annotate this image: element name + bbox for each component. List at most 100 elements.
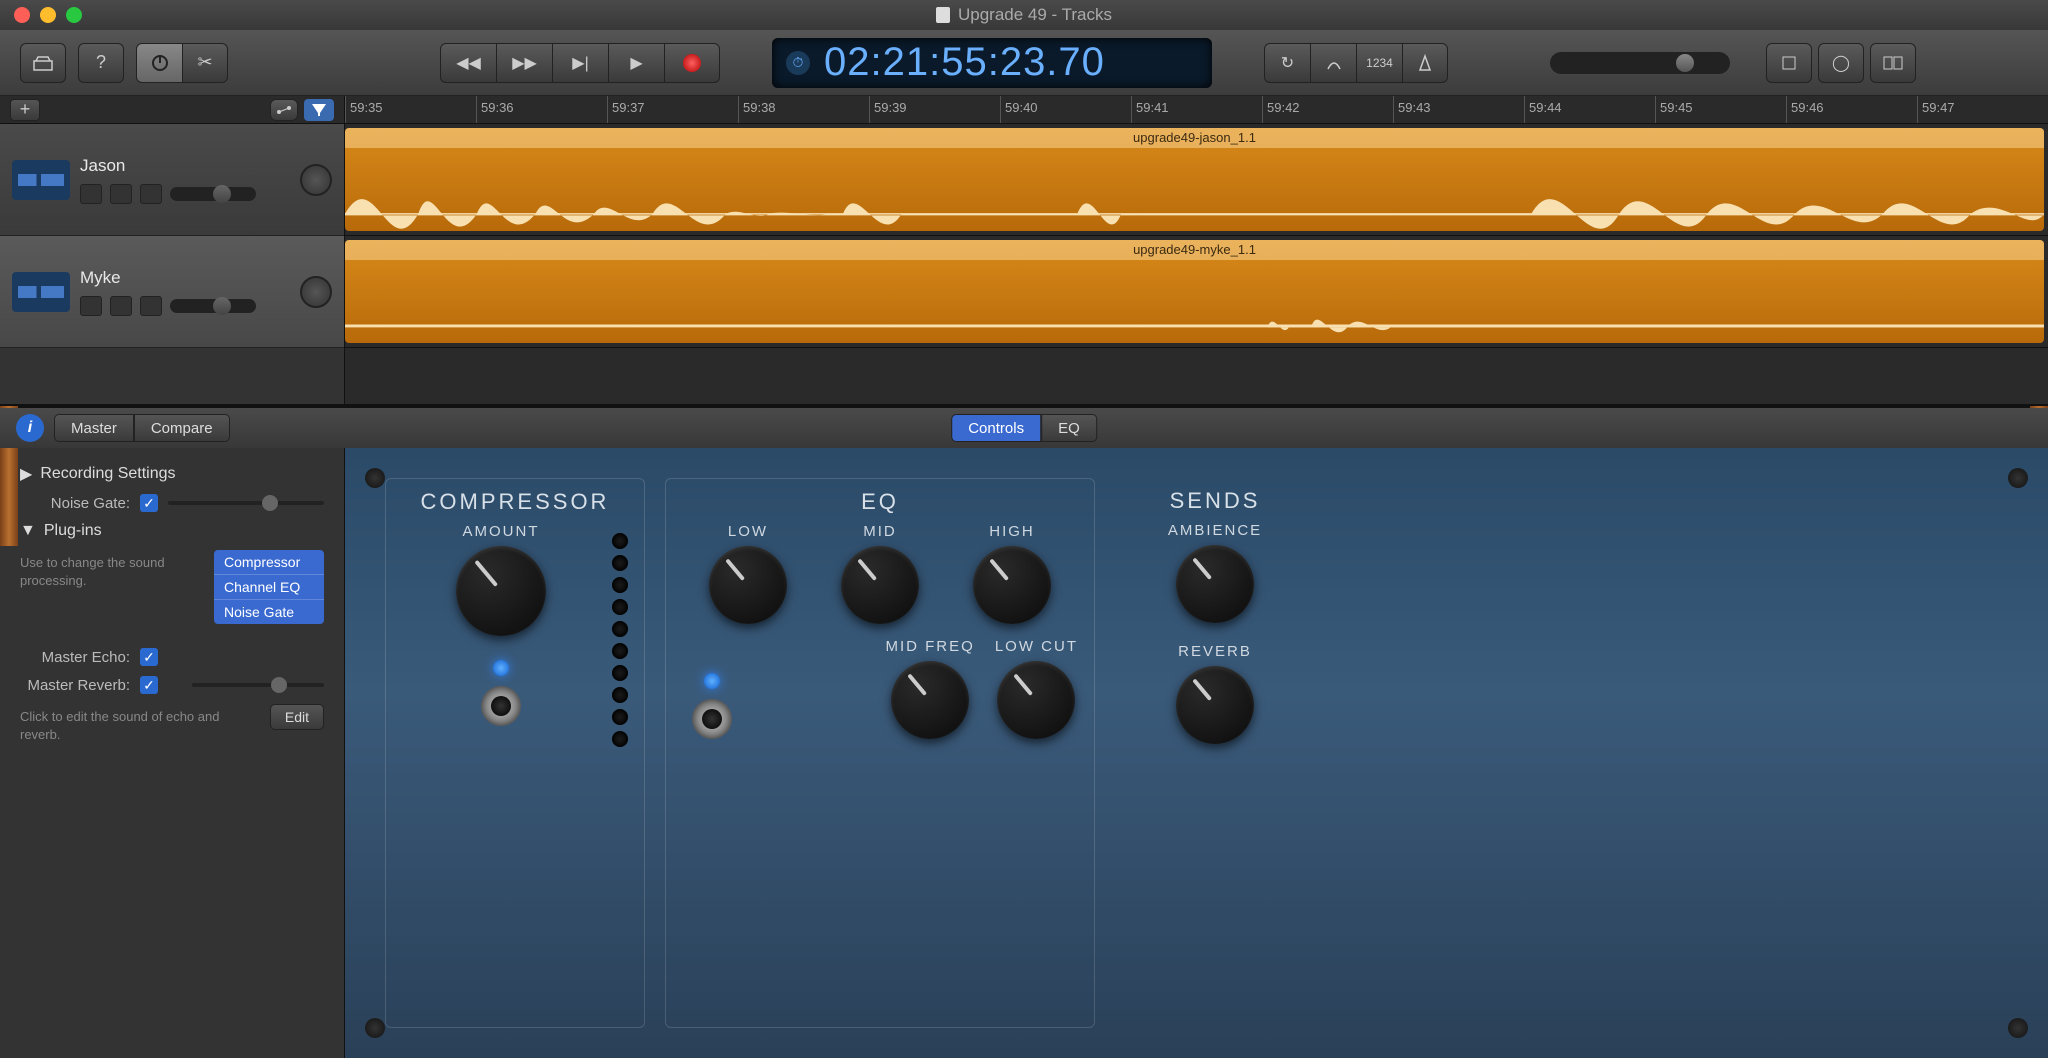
master-volume-slider[interactable]: [1550, 52, 1730, 74]
transport-controls: ◀◀ ▶▶ ▶| ▶: [440, 43, 720, 83]
play-button[interactable]: ▶: [608, 43, 664, 83]
catch-playhead-button[interactable]: [304, 99, 334, 121]
edit-button[interactable]: Edit: [270, 704, 324, 730]
add-track-button[interactable]: +: [10, 99, 40, 121]
eq-low-knob[interactable]: [709, 546, 787, 624]
ruler-tick: 59:38: [738, 96, 869, 123]
master-reverb-radio[interactable]: [168, 678, 182, 692]
record-enable-button[interactable]: [140, 296, 162, 316]
mute-button[interactable]: [80, 296, 102, 316]
panel-toolbar: i Master Compare Controls EQ: [0, 408, 2048, 448]
stop-button[interactable]: ▶|: [552, 43, 608, 83]
fullscreen-icon[interactable]: [66, 7, 82, 23]
library-button[interactable]: [20, 43, 66, 83]
notepad-button[interactable]: [1766, 43, 1812, 83]
ruler-tick: 59:42: [1262, 96, 1393, 123]
recording-settings-header[interactable]: ▶ Recording Settings: [20, 464, 324, 484]
eq-title: EQ: [682, 489, 1078, 515]
mid-freq-label: MID FREQ: [885, 638, 974, 655]
noise-gate-slider[interactable]: [168, 501, 324, 505]
record-button[interactable]: [664, 43, 720, 83]
low-label: LOW: [728, 523, 768, 540]
region-label: upgrade49-myke_1.1: [345, 240, 2044, 260]
master-echo-label: Master Echo:: [20, 649, 130, 666]
waveform-icon: [12, 160, 70, 200]
solo-button[interactable]: [110, 296, 132, 316]
metronome-button[interactable]: [1402, 43, 1448, 83]
master-echo-checkbox[interactable]: [140, 648, 158, 666]
volume-slider[interactable]: [170, 299, 256, 313]
master-reverb-checkbox[interactable]: [140, 676, 158, 694]
time-ruler[interactable]: 59:3559:3659:3759:3859:3959:4059:4159:42…: [345, 96, 2048, 124]
sends-module: SENDS AMBIENCE REVERB: [1115, 478, 1315, 1028]
ruler-tick: 59:46: [1786, 96, 1917, 123]
clock-icon[interactable]: ⏱: [786, 51, 810, 75]
compressor-bypass-switch[interactable]: [481, 686, 521, 726]
close-icon[interactable]: [14, 7, 30, 23]
pan-knob[interactable]: [300, 164, 332, 196]
ruler-tick: 59:44: [1524, 96, 1655, 123]
pan-knob[interactable]: [300, 276, 332, 308]
smart-controls-rack: COMPRESSOR AMOUNT: [345, 448, 2048, 1058]
mute-button[interactable]: [80, 184, 102, 204]
track-header-myke[interactable]: Myke: [0, 236, 344, 348]
master-reverb-label: Master Reverb:: [20, 677, 130, 694]
inspector-toggle-button[interactable]: i: [16, 414, 44, 442]
led-icon: [493, 660, 509, 676]
eq-mid-knob[interactable]: [841, 546, 919, 624]
minimize-icon[interactable]: [40, 7, 56, 23]
screw-icon: [365, 468, 385, 488]
timecode: 02:21:55:23.70: [824, 40, 1105, 85]
smart-controls-button[interactable]: [136, 43, 182, 83]
timeline[interactable]: 59:3559:3659:3759:3859:3959:4059:4159:42…: [345, 96, 2048, 404]
noise-gate-checkbox[interactable]: [140, 494, 158, 512]
compare-button[interactable]: Compare: [134, 414, 230, 442]
eq-midfreq-knob[interactable]: [891, 661, 969, 739]
tuner-button[interactable]: [1310, 43, 1356, 83]
tab-controls[interactable]: Controls: [951, 414, 1041, 442]
region-label: upgrade49-jason_1.1: [345, 128, 2044, 148]
cycle-button[interactable]: ↻: [1264, 43, 1310, 83]
count-in-button[interactable]: 1234: [1356, 43, 1402, 83]
ruler-tick: 59:36: [476, 96, 607, 123]
eq-lowcut-knob[interactable]: [997, 661, 1075, 739]
lcd-display[interactable]: ⏱ 02:21:55:23.70: [772, 38, 1212, 88]
editor-button[interactable]: ✂: [182, 43, 228, 83]
master-button[interactable]: Master: [54, 414, 134, 442]
master-reverb-slider[interactable]: [192, 683, 324, 687]
window-title: Upgrade 49 - Tracks: [958, 5, 1112, 25]
plugin-compressor[interactable]: Compressor: [214, 550, 324, 575]
sends-title: SENDS: [1131, 488, 1299, 514]
eq-module: EQ LOW MID HIGH MID FREQ LOW CUT: [665, 478, 1095, 1028]
tab-eq[interactable]: EQ: [1041, 414, 1097, 442]
ruler-tick: 59:37: [607, 96, 738, 123]
document-icon: [936, 7, 950, 23]
plugins-header[interactable]: ▼ Plug-ins: [20, 522, 324, 540]
echo-help-text: Click to edit the sound of echo and reve…: [20, 708, 260, 744]
solo-button[interactable]: [110, 184, 132, 204]
master-echo-radio[interactable]: [168, 650, 182, 664]
plugin-noise-gate[interactable]: Noise Gate: [214, 600, 324, 624]
rewind-button[interactable]: ◀◀: [440, 43, 496, 83]
track-header-jason[interactable]: Jason: [0, 124, 344, 236]
plugin-channel-eq[interactable]: Channel EQ: [214, 575, 324, 600]
eq-bypass-switch[interactable]: [692, 699, 732, 739]
loops-button[interactable]: ◯: [1818, 43, 1864, 83]
plugin-list[interactable]: Compressor Channel EQ Noise Gate: [214, 550, 324, 624]
reverb-knob[interactable]: [1176, 666, 1254, 744]
mid-label: MID: [863, 523, 897, 540]
media-button[interactable]: [1870, 43, 1916, 83]
audio-region-myke[interactable]: upgrade49-myke_1.1: [345, 240, 2044, 343]
ambience-knob[interactable]: [1176, 545, 1254, 623]
compressor-title: COMPRESSOR: [402, 489, 628, 515]
compressor-amount-knob[interactable]: [456, 546, 546, 636]
eq-high-knob[interactable]: [973, 546, 1051, 624]
ruler-tick: 59:41: [1131, 96, 1262, 123]
help-button[interactable]: ?: [78, 43, 124, 83]
ruler-tick: 59:35: [345, 96, 476, 123]
forward-button[interactable]: ▶▶: [496, 43, 552, 83]
record-enable-button[interactable]: [140, 184, 162, 204]
audio-region-jason[interactable]: upgrade49-jason_1.1: [345, 128, 2044, 231]
volume-slider[interactable]: [170, 187, 256, 201]
automation-button[interactable]: [270, 99, 298, 121]
